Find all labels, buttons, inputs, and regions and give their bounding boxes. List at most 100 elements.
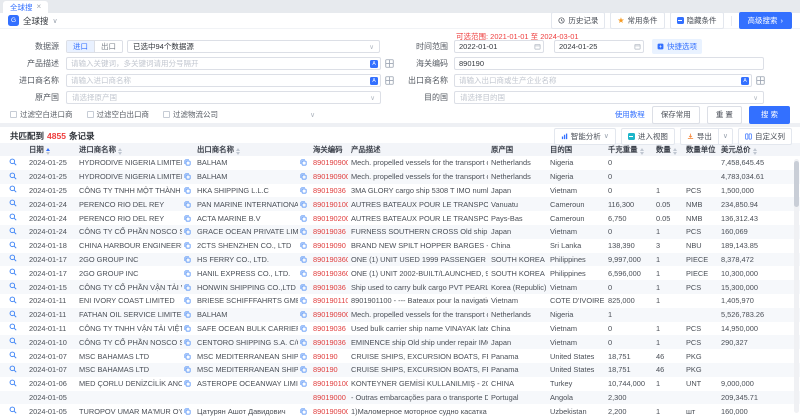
row-search-icon[interactable]: [9, 366, 17, 375]
column-header-1[interactable]: 进口商名称: [76, 143, 194, 156]
close-icon[interactable]: ×: [37, 3, 42, 11]
copy-icon[interactable]: [300, 173, 307, 180]
copy-icon[interactable]: [184, 201, 191, 208]
exporter-input[interactable]: [454, 74, 752, 87]
filter-checkbox-1[interactable]: 过滤空白出口商: [87, 109, 150, 120]
table-row[interactable]: 2024-01-24CÔNG TY CỔ PHẦN NOSCO SHIPYARD…: [0, 225, 800, 239]
table-row[interactable]: 2024-01-11ENI IVORY COAST LIMITEDBRIESE …: [0, 294, 800, 308]
table-row[interactable]: 2024-01-24PERENCO RIO DEL REYACTA MARINE…: [0, 211, 800, 225]
start-date-field[interactable]: [454, 40, 544, 53]
export-button[interactable]: 导出: [680, 128, 719, 145]
column-header-2[interactable]: 出口商名称: [194, 143, 310, 156]
copy-icon[interactable]: [300, 284, 307, 291]
copy-icon[interactable]: [184, 270, 191, 277]
checkbox-icon[interactable]: [87, 111, 94, 118]
filter-checkbox-0[interactable]: 过滤空白进口商: [10, 109, 73, 120]
row-search-icon[interactable]: [9, 380, 17, 389]
export-toggle[interactable]: 出口: [94, 41, 122, 52]
copy-icon[interactable]: [184, 366, 191, 373]
hide-conditions-button[interactable]: 隐藏条件: [670, 12, 724, 29]
end-date-field[interactable]: [554, 40, 644, 53]
copy-icon[interactable]: [184, 408, 191, 415]
product-desc-input[interactable]: [66, 57, 381, 70]
row-search-icon[interactable]: [9, 324, 17, 333]
row-search-icon[interactable]: [9, 269, 17, 278]
copy-icon[interactable]: [300, 187, 307, 194]
copy-icon[interactable]: [184, 159, 191, 166]
row-search-icon[interactable]: [9, 352, 17, 361]
table-row[interactable]: 2024-01-11FATHAN OIL SERVICE LIMITEDBALH…: [0, 308, 800, 322]
copy-icon[interactable]: [300, 228, 307, 235]
column-header-0[interactable]: 日期: [26, 143, 76, 156]
history-button[interactable]: 历史记录: [551, 12, 605, 29]
column-header-7[interactable]: 千克重量: [605, 143, 653, 156]
filter-checkbox-2[interactable]: 过滤物流公司: [163, 109, 218, 120]
table-row[interactable]: 2024-01-07MSC BAHAMAS LTDMSC MEDITERRANE…: [0, 349, 800, 363]
favorite-conditions-button[interactable]: ★ 常用条件: [610, 12, 664, 29]
data-source-select[interactable]: 已选中94个数据源 ∨: [127, 40, 380, 53]
table-row[interactable]: 2024-01-25CÔNG TY TNHH MỘT THÀNH VIÊN ĐÔ…: [0, 184, 800, 198]
table-row[interactable]: 2024-01-18CHINA HARBOUR ENGINEERING CO L…: [0, 239, 800, 253]
sort-icon[interactable]: [46, 148, 50, 155]
copy-icon[interactable]: [300, 353, 307, 360]
start-date-input[interactable]: [454, 40, 544, 53]
translate-icon[interactable]: A: [370, 77, 378, 85]
origin-country-select[interactable]: 请选择原产国 ∨: [66, 91, 381, 104]
copy-icon[interactable]: [184, 353, 191, 360]
advanced-search-button[interactable]: 高级搜索 ›: [739, 12, 793, 29]
row-search-icon[interactable]: [9, 338, 17, 347]
row-search-icon[interactable]: [9, 242, 17, 251]
table-row[interactable]: 2024-01-10CÔNG TY CỔ PHẦN NOSCO SHIPYARD…: [0, 335, 800, 349]
tutorial-link[interactable]: 使用教程: [615, 109, 645, 120]
table-row[interactable]: 2024-01-07MSC BAHAMAS LTDMSC MEDITERRANE…: [0, 363, 800, 377]
column-header-8[interactable]: 数量: [653, 143, 683, 156]
end-date-input[interactable]: [554, 40, 644, 53]
translate-icon[interactable]: A: [370, 60, 378, 68]
copy-icon[interactable]: [300, 159, 307, 166]
table-row[interactable]: 2024-01-24PERENCO RIO DEL REYPAN MARINE …: [0, 197, 800, 211]
copy-icon[interactable]: [184, 215, 191, 222]
table-row[interactable]: 2024-01-0589019000- Outras embarcações p…: [0, 391, 800, 405]
row-search-icon[interactable]: [9, 228, 17, 237]
quick-options-button[interactable]: 快捷选项: [652, 39, 702, 54]
row-search-icon[interactable]: [9, 407, 17, 416]
row-search-icon[interactable]: [9, 173, 17, 182]
copy-icon[interactable]: [184, 297, 191, 304]
row-search-icon[interactable]: [9, 159, 17, 168]
row-search-icon[interactable]: [9, 200, 17, 209]
grid-icon[interactable]: [385, 59, 394, 68]
copy-icon[interactable]: [184, 242, 191, 249]
custom-columns-button[interactable]: 自定义列: [738, 128, 792, 145]
table-row[interactable]: 2024-01-25HYDRODIVE NIGERIA LIMITEDBALHA…: [0, 156, 800, 170]
reset-button[interactable]: 重 置: [707, 106, 742, 124]
chevron-down-icon[interactable]: ∨: [53, 17, 58, 25]
copy-icon[interactable]: [300, 408, 307, 415]
search-button[interactable]: 搜 索: [749, 106, 790, 124]
importer-input[interactable]: [66, 74, 381, 87]
copy-icon[interactable]: [184, 339, 191, 346]
copy-icon[interactable]: [184, 187, 191, 194]
scrollbar[interactable]: [794, 159, 799, 413]
copy-icon[interactable]: [300, 256, 307, 263]
row-search-icon[interactable]: [9, 214, 17, 223]
grid-icon[interactable]: [756, 76, 765, 85]
row-search-icon[interactable]: [9, 186, 17, 195]
row-search-icon[interactable]: [9, 311, 17, 320]
table-row[interactable]: 2024-01-05TUROPOV UMAR MA'MUR O'G'LIЦату…: [0, 404, 800, 418]
hs-code-input[interactable]: [454, 57, 764, 70]
sort-icon[interactable]: [673, 148, 677, 155]
copy-icon[interactable]: [184, 325, 191, 332]
table-row[interactable]: 2024-01-172GO GROUP INCHANIL EXPRESS CO.…: [0, 266, 800, 280]
tab-global-search[interactable]: 全球搜 ×: [3, 1, 48, 13]
smart-analysis-button[interactable]: 智能分析 ∨: [554, 128, 616, 145]
row-search-icon[interactable]: [9, 255, 17, 264]
sort-icon[interactable]: [236, 148, 240, 155]
collapse-form-icon[interactable]: ∨: [310, 111, 315, 119]
table-row[interactable]: 2024-01-15CÔNG TY CỔ PHẦN VẬN TẢI VÀ TIẾ…: [0, 280, 800, 294]
column-header-10[interactable]: 美元总价: [718, 143, 790, 156]
table-row[interactable]: 2024-01-172GO GROUP INCHS FERRY CO., LTD…: [0, 253, 800, 267]
copy-icon[interactable]: [300, 380, 307, 387]
translate-icon[interactable]: A: [741, 77, 749, 85]
copy-icon[interactable]: [300, 297, 307, 304]
copy-icon[interactable]: [300, 366, 307, 373]
